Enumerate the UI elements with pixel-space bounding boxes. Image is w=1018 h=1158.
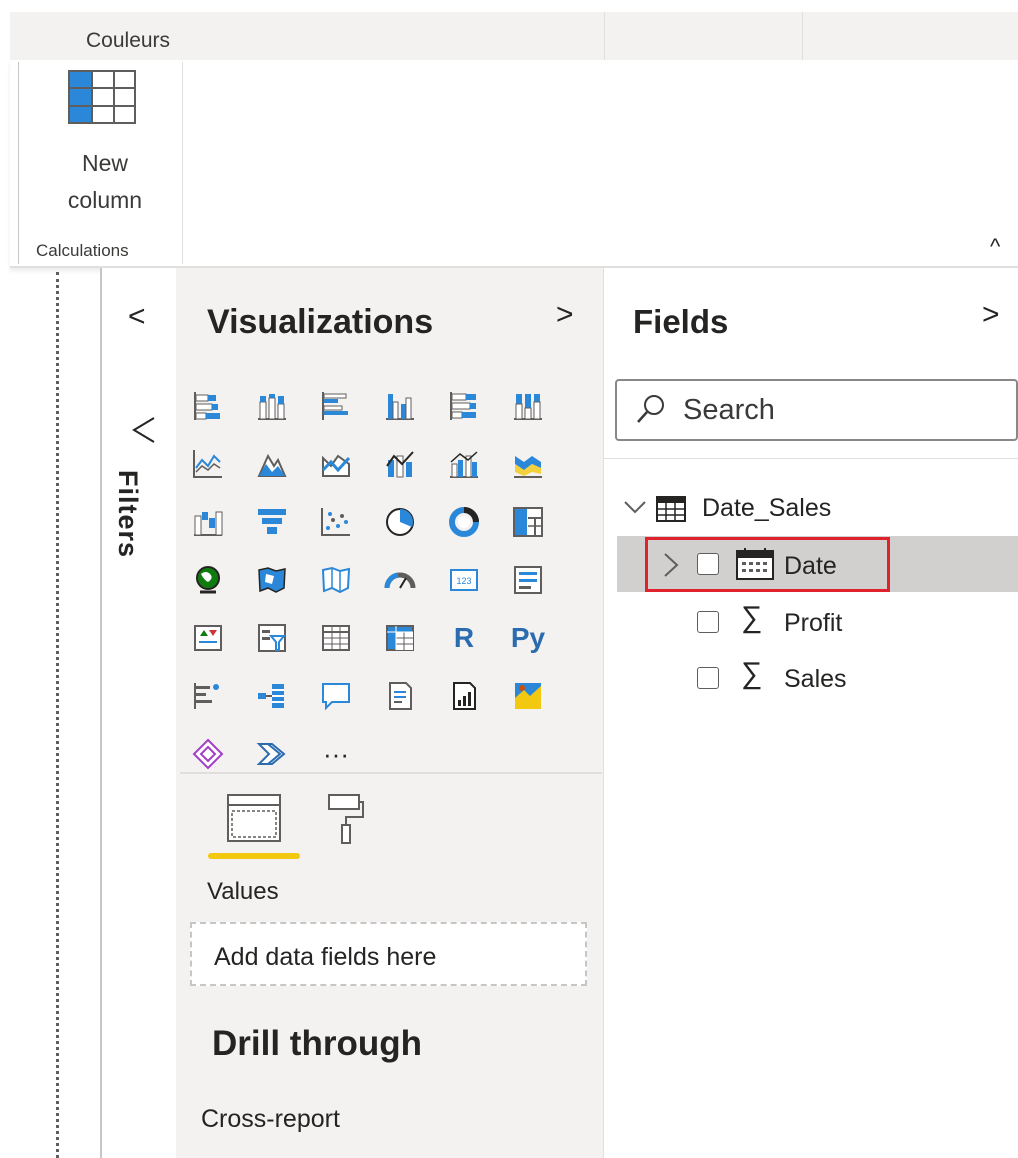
filters-pane[interactable] xyxy=(100,268,178,1158)
field-checkbox-profit[interactable] xyxy=(697,611,719,633)
ribbon-divider xyxy=(18,62,19,264)
chevron-right-icon[interactable]: > xyxy=(982,298,1000,332)
ribbon-group-label-colors: Couleurs xyxy=(86,29,171,52)
fields-tab-icon[interactable] xyxy=(226,793,282,848)
clustered-column-chart-icon[interactable] xyxy=(380,386,420,426)
treemap-icon[interactable] xyxy=(508,502,548,542)
chevron-up-icon[interactable]: ^ xyxy=(990,234,1000,260)
waterfall-chart-icon[interactable] xyxy=(188,502,228,542)
visual-types-gallery: 123 R Py ··· xyxy=(188,386,568,792)
key-influencers-icon[interactable] xyxy=(188,676,228,716)
clustered-bar-chart-icon[interactable] xyxy=(316,386,356,426)
paginated-report-icon[interactable] xyxy=(444,676,484,716)
calculations-group-label: Calculations xyxy=(36,241,129,260)
scatter-chart-icon[interactable] xyxy=(316,502,356,542)
field-label-profit[interactable]: Profit xyxy=(784,609,842,638)
ribbon-divider xyxy=(802,12,803,60)
line-and-stacked-column-chart-icon[interactable] xyxy=(380,444,420,484)
sigma-icon: ∑ xyxy=(741,601,763,634)
qa-icon[interactable] xyxy=(316,676,356,716)
field-label-sales[interactable]: Sales xyxy=(784,665,847,694)
ribbon-divider xyxy=(182,62,183,264)
fields-title: Fields xyxy=(633,303,729,340)
ribbon-chart-icon[interactable] xyxy=(508,444,548,484)
python-visual-label: Py xyxy=(510,622,546,653)
line-chart-icon[interactable] xyxy=(188,444,228,484)
shape-map-icon[interactable] xyxy=(316,560,356,600)
filters-pane-label[interactable]: Filters xyxy=(112,470,143,558)
new-column-button[interactable]: New column xyxy=(46,145,164,219)
stacked-bar-chart-icon[interactable] xyxy=(188,386,228,426)
100-stacked-column-chart-icon[interactable] xyxy=(508,386,548,426)
svg-text:123: 123 xyxy=(456,576,471,586)
search-input[interactable] xyxy=(615,379,1018,441)
kpi-icon[interactable] xyxy=(188,618,228,658)
sigma-icon: ∑ xyxy=(741,657,763,690)
arcgis-map-icon[interactable] xyxy=(508,676,548,716)
multi-row-card-icon[interactable] xyxy=(508,560,548,600)
ribbon-divider xyxy=(604,12,605,60)
gauge-icon[interactable] xyxy=(380,560,420,600)
r-visual-label: R xyxy=(453,622,475,653)
format-tab-icon[interactable] xyxy=(326,793,366,852)
filled-map-icon[interactable] xyxy=(252,560,292,600)
drill-through-title: Drill through xyxy=(212,1024,422,1063)
card-icon[interactable]: 123 xyxy=(444,560,484,600)
visualizations-title: Visualizations xyxy=(207,303,434,341)
100-stacked-bar-chart-icon[interactable] xyxy=(444,386,484,426)
stacked-area-chart-icon[interactable] xyxy=(316,444,356,484)
slicer-icon[interactable] xyxy=(252,618,292,658)
more-visuals-icon[interactable]: ··· xyxy=(316,734,356,774)
stacked-column-chart-icon[interactable] xyxy=(252,386,292,426)
area-chart-icon[interactable] xyxy=(252,444,292,484)
r-script-visual-icon[interactable]: R xyxy=(444,618,484,658)
donut-chart-icon[interactable] xyxy=(444,502,484,542)
decomposition-tree-icon[interactable] xyxy=(252,676,292,716)
chevron-right-icon[interactable]: > xyxy=(556,298,574,332)
drop-zone-placeholder: Add data fields here xyxy=(214,943,437,971)
table-icon[interactable] xyxy=(316,618,356,658)
table-name[interactable]: Date_Sales xyxy=(702,494,831,523)
field-checkbox-date[interactable] xyxy=(697,553,719,575)
matrix-icon[interactable] xyxy=(380,618,420,658)
power-automate-icon[interactable] xyxy=(252,734,292,774)
visualizations-divider xyxy=(180,772,602,774)
pie-chart-icon[interactable] xyxy=(380,502,420,542)
chevron-right-icon[interactable] xyxy=(660,551,682,584)
new-column-icon[interactable] xyxy=(68,70,136,129)
values-well-label: Values xyxy=(207,878,279,905)
more-visuals-label: ··· xyxy=(323,738,349,769)
funnel-icon xyxy=(132,416,156,449)
report-canvas-edge xyxy=(56,272,59,1158)
map-icon[interactable] xyxy=(188,560,228,600)
field-checkbox-sales[interactable] xyxy=(697,667,719,689)
power-apps-icon[interactable] xyxy=(188,734,228,774)
smart-narrative-icon[interactable] xyxy=(380,676,420,716)
cross-report-label: Cross-report xyxy=(201,1105,340,1133)
chevron-down-icon[interactable] xyxy=(622,494,648,525)
calendar-icon xyxy=(735,547,775,586)
search-placeholder: Search xyxy=(683,394,775,426)
active-tab-indicator xyxy=(208,853,300,859)
fields-divider xyxy=(604,458,1018,459)
line-and-clustered-column-chart-icon[interactable] xyxy=(444,444,484,484)
table-icon xyxy=(656,496,686,527)
chevron-left-icon[interactable]: < xyxy=(128,300,146,334)
python-visual-icon[interactable]: Py xyxy=(508,618,548,658)
field-label-date[interactable]: Date xyxy=(784,552,837,581)
search-icon xyxy=(634,392,668,431)
funnel-chart-icon[interactable] xyxy=(252,502,292,542)
